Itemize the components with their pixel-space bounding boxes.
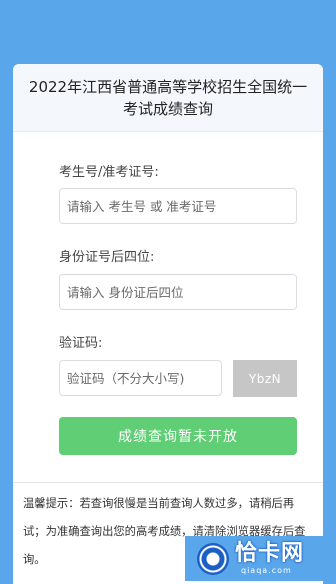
query-card: 2022年江西省普通高等学校招生全国统一考试成绩查询 考生号/准考证号: 身份证… — [13, 64, 323, 584]
id-last4-label: 身份证号后四位: — [59, 250, 155, 265]
exam-id-label: 考生号/准考证号: — [59, 165, 159, 180]
captcha-label: 验证码: — [59, 336, 103, 351]
captcha-image[interactable]: YbzN — [233, 360, 297, 397]
page-title: 2022年江西省普通高等学校招生全国统一考试成绩查询 — [28, 77, 308, 118]
card-header: 2022年江西省普通高等学校招生全国统一考试成绩查询 — [13, 64, 323, 132]
watermark-text: 恰卡网 qiaqa.com — [235, 540, 305, 576]
watermark-domain: qiaqa.com — [241, 565, 292, 575]
id-last4-input[interactable] — [59, 274, 297, 310]
watermark-name: 恰卡网 — [235, 540, 305, 566]
captcha-input[interactable] — [59, 360, 222, 396]
exam-id-input[interactable] — [59, 188, 297, 224]
watermark-circle-icon — [197, 542, 229, 575]
watermark-logo: 恰卡网 qiaqa.com — [185, 536, 336, 581]
query-submit-button[interactable]: 成绩查询暂未开放 — [59, 417, 297, 455]
